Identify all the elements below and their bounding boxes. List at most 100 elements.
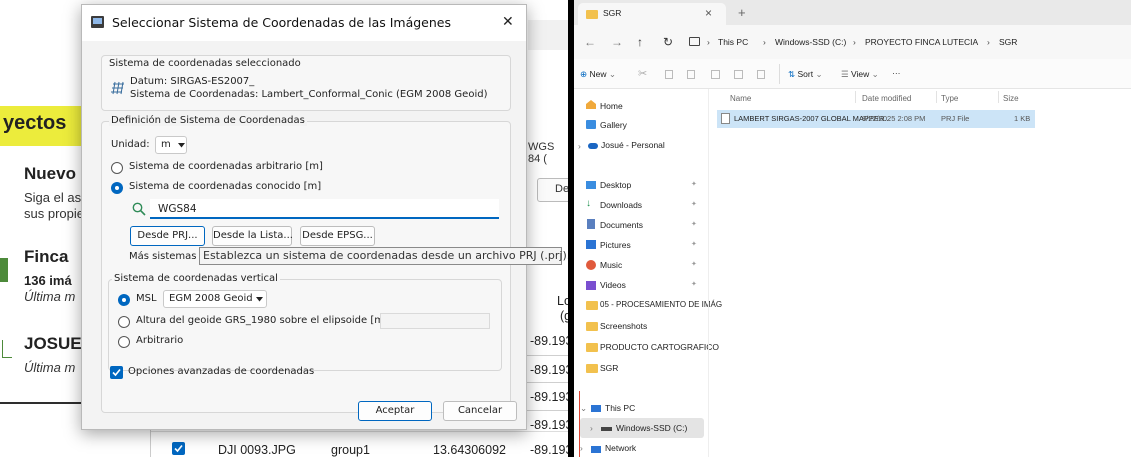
nav-home[interactable]: Home: [600, 101, 623, 111]
expand-icon[interactable]: ›: [578, 141, 581, 151]
nav-pictures[interactable]: Pictures: [600, 240, 631, 250]
breadcrumb-sep: ›: [707, 37, 710, 47]
view-button[interactable]: ☰ View ⌄: [841, 69, 879, 80]
breadcrumb-this-pc[interactable]: This PC: [718, 37, 748, 47]
column-date[interactable]: Date modified: [862, 94, 911, 103]
expand-icon[interactable]: ›: [580, 443, 583, 453]
radio-geoid-height[interactable]: [118, 316, 130, 328]
new-tab-icon[interactable]: +: [738, 5, 746, 20]
tab-sgr[interactable]: SGR ×: [578, 3, 726, 25]
forward-icon[interactable]: →: [611, 35, 623, 49]
breadcrumb-sgr[interactable]: SGR: [999, 37, 1017, 47]
nav-folder-processing[interactable]: 05 - PROCESAMIENTO DE IMÁG: [600, 300, 722, 309]
refresh-icon[interactable]: ↻: [663, 35, 673, 49]
nav-desktop[interactable]: Desktop: [600, 180, 631, 190]
breadcrumb-project[interactable]: PROYECTO FINCA LUTECIA: [865, 37, 978, 47]
row-divider: [527, 355, 568, 356]
expand-icon[interactable]: ›: [590, 423, 593, 433]
table-cell-file: DJI 0093.JPG: [218, 443, 296, 457]
tab-close-icon[interactable]: ×: [705, 6, 712, 20]
radio-arbitrary[interactable]: [111, 162, 123, 174]
search-input[interactable]: WGS84: [150, 199, 499, 219]
nav-downloads[interactable]: Downloads: [600, 200, 642, 210]
pin-icon[interactable]: ✦: [691, 200, 697, 208]
breadcrumb-sep: ›: [987, 37, 990, 47]
radio-known[interactable]: [111, 182, 123, 194]
projects-header: yectos: [3, 112, 67, 134]
nav-gallery[interactable]: Gallery: [600, 120, 627, 130]
nav-documents[interactable]: Documents: [600, 220, 643, 230]
breadcrumb-sep: ›: [853, 37, 856, 47]
share-icon[interactable]: [734, 70, 743, 79]
new-label: New: [589, 69, 607, 79]
chevron-down-icon: ⌄: [815, 69, 823, 79]
nav-onedrive[interactable]: Josué - Personal: [601, 140, 665, 150]
file-row[interactable]: LAMBERT SIRGAS-2007 GLOBAL MAPPER... 8/2…: [717, 110, 1035, 128]
josue-thumbnail: [2, 340, 12, 358]
project-finca-title[interactable]: Finca: [24, 247, 68, 267]
close-icon[interactable]: ✕: [502, 14, 514, 30]
column-divider: [855, 91, 856, 103]
geoid-height-input[interactable]: [380, 313, 490, 329]
cut-icon[interactable]: ✂: [638, 67, 647, 80]
folder-icon: [586, 364, 598, 373]
table-cell-lat: 13.64306092: [433, 443, 506, 457]
msl-label: MSL: [136, 293, 157, 304]
new-project-title[interactable]: Nuevo: [24, 164, 76, 184]
from-epsg-button[interactable]: Desde EPSG...: [300, 226, 375, 246]
dialog-titlebar[interactable]: Seleccionar Sistema de Coordenadas de la…: [82, 5, 526, 41]
collapse-icon[interactable]: ⌄: [580, 403, 587, 414]
table-row[interactable]: DJI 0093.JPG group1 13.64306092 -89.193: [150, 431, 568, 457]
view-label: View: [851, 69, 870, 79]
nav-folder-screenshots[interactable]: Screenshots: [600, 321, 647, 331]
back-icon[interactable]: ←: [584, 35, 596, 49]
nav-folder-sgr[interactable]: SGR: [600, 363, 618, 373]
nav-folder-cartografico[interactable]: PRODUCTO CARTOGRAFICO: [600, 342, 719, 352]
downloads-icon: ↓: [586, 198, 591, 209]
nav-music[interactable]: Music: [600, 260, 622, 270]
file-type: PRJ File: [941, 114, 970, 123]
more-options-button[interactable]: ···: [892, 68, 901, 78]
de-button[interactable]: De: [537, 178, 568, 202]
breadcrumb-drive[interactable]: Windows-SSD (C:): [775, 37, 846, 47]
pin-icon[interactable]: ✦: [691, 240, 697, 248]
pin-icon[interactable]: ✦: [691, 180, 697, 188]
sort-icon: ⇅: [788, 69, 796, 79]
new-button[interactable]: ⊕ New ⌄: [580, 69, 616, 80]
copy-icon[interactable]: [665, 70, 673, 79]
radio-msl[interactable]: [118, 294, 130, 306]
table-cell: -89.193: [530, 334, 568, 348]
pin-icon[interactable]: ✦: [691, 220, 697, 228]
msl-geoid-select[interactable]: EGM 2008 Geoid: [163, 290, 267, 308]
nav-videos[interactable]: Videos: [600, 280, 626, 290]
radio-arbitrary-vertical[interactable]: [118, 336, 130, 348]
pictures-icon: [586, 240, 596, 249]
advanced-options-checkbox[interactable]: [110, 366, 123, 379]
column-type[interactable]: Type: [941, 94, 958, 103]
unit-value: m: [161, 139, 171, 150]
folder-icon: [586, 322, 598, 331]
row-checkbox[interactable]: [172, 442, 185, 455]
nav-drive[interactable]: Windows-SSD (C:): [616, 423, 687, 433]
from-prj-button[interactable]: Desde PRJ...: [130, 226, 205, 246]
column-name[interactable]: Name: [730, 94, 751, 103]
delete-icon[interactable]: [757, 70, 765, 79]
unit-select[interactable]: m: [155, 136, 187, 154]
prj-tooltip: Establezca un sistema de coordenadas des…: [199, 247, 568, 265]
cancel-button[interactable]: Cancelar: [443, 401, 517, 421]
rename-icon[interactable]: [711, 70, 720, 79]
pin-icon[interactable]: ✦: [691, 260, 697, 268]
pin-icon[interactable]: ✦: [691, 280, 697, 288]
project-josue-title[interactable]: JOSUE: [24, 334, 82, 354]
from-list-button[interactable]: Desde la Lista...: [212, 226, 293, 246]
up-icon[interactable]: ↑: [637, 35, 643, 49]
paste-icon[interactable]: [687, 70, 695, 79]
chevron-down-icon: ⌄: [608, 69, 617, 79]
nav-this-pc[interactable]: This PC: [605, 403, 635, 413]
nav-network[interactable]: Network: [605, 443, 636, 453]
accept-button[interactable]: Aceptar: [358, 401, 432, 421]
column-size[interactable]: Size: [1003, 94, 1019, 103]
more-systems-link[interactable]: Más sistemas c: [129, 251, 205, 262]
sort-button[interactable]: ⇅ Sort ⌄: [788, 69, 823, 80]
pane-splitter[interactable]: [708, 89, 709, 457]
